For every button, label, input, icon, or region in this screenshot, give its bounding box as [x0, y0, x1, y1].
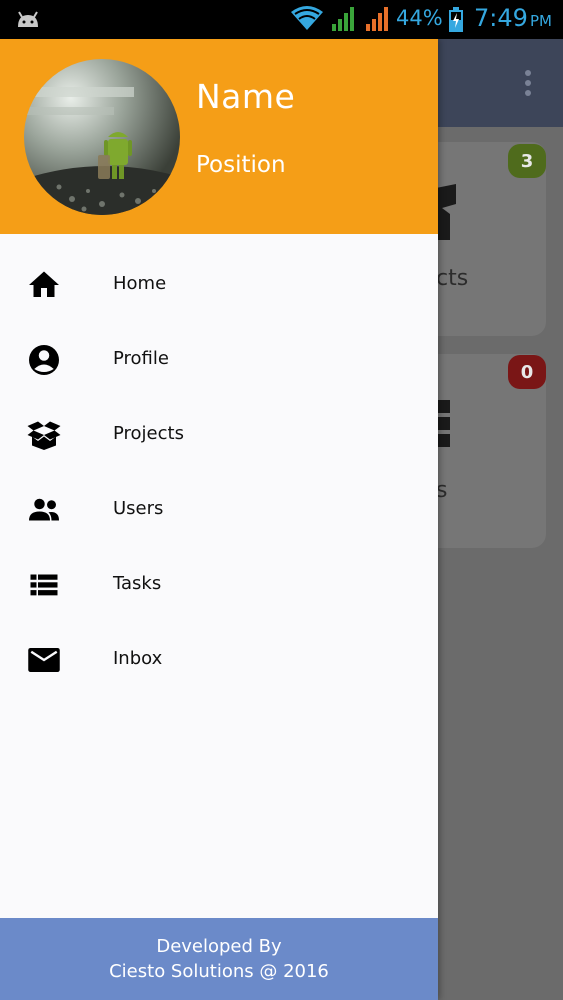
battery-percent: 44%	[396, 6, 443, 30]
menu-item-tasks[interactable]: Tasks	[0, 547, 438, 622]
open-box-icon	[436, 184, 456, 240]
drawer-footer: Developed By Ciesto Solutions @ 2016	[0, 918, 438, 1000]
profile-name: Name	[196, 77, 296, 116]
people-icon	[29, 498, 59, 521]
list-icon	[30, 574, 58, 596]
menu-item-label: Projects	[113, 423, 184, 444]
menu-item-label: Profile	[113, 348, 169, 369]
clock-ampm: PM	[530, 12, 552, 30]
menu-item-profile[interactable]: Profile	[0, 322, 438, 397]
home-icon	[29, 271, 59, 297]
menu-item-projects[interactable]: Projects	[0, 397, 438, 472]
footer-company: Ciesto Solutions @ 2016	[109, 961, 329, 982]
open-box-icon	[27, 421, 61, 450]
card-label-projects: cts	[436, 266, 469, 291]
signal-icon	[332, 7, 354, 31]
profile-position: Position	[196, 152, 286, 178]
mail-icon	[28, 648, 60, 672]
menu-item-users[interactable]: Users	[0, 472, 438, 547]
menu-item-label: Home	[113, 273, 167, 294]
status-bar: 44% 7:49 PM	[0, 0, 563, 39]
android-icon	[18, 11, 38, 27]
battery-charging-icon	[449, 7, 463, 32]
clock-time: 7:49	[474, 4, 528, 32]
account-circle-icon	[29, 345, 59, 375]
overflow-menu-icon[interactable]	[520, 68, 536, 98]
wifi-icon	[291, 6, 323, 30]
signal-icon	[366, 7, 388, 31]
avatar[interactable]	[24, 59, 180, 215]
menu-item-label: Users	[113, 498, 164, 519]
projects-count-badge: 3	[508, 144, 546, 178]
drawer-menu: Home Profile Projects Users Tasks Inbox	[0, 247, 438, 697]
tasks-count-badge: 0	[508, 355, 546, 389]
drawer-header: Name Position	[0, 39, 438, 234]
menu-item-inbox[interactable]: Inbox	[0, 622, 438, 697]
list-icon	[436, 400, 450, 447]
footer-developed-by: Developed By	[156, 936, 282, 957]
navigation-drawer: Name Position Home Profile Projects User…	[0, 39, 438, 1000]
menu-item-label: Tasks	[113, 573, 162, 594]
menu-item-home[interactable]: Home	[0, 247, 438, 322]
menu-item-label: Inbox	[113, 648, 163, 669]
